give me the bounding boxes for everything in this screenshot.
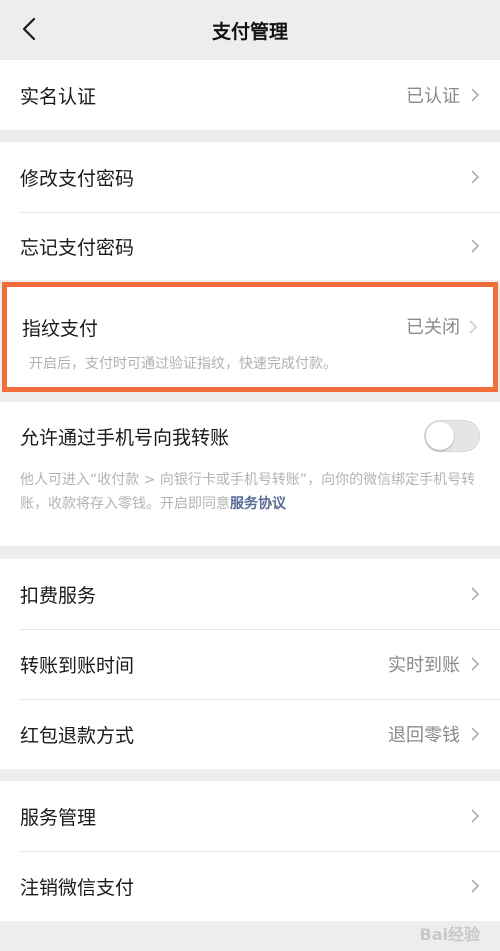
chevron-right-icon [469,320,478,334]
row-value: 实时到账 [388,655,460,676]
phone-transfer-section: 允许通过手机号向我转账 他人可进入“收付款 > 向银行卡或手机号转账”，向你的微… [0,402,500,546]
baidu-jingyan-watermark: Bai经验 [419,925,480,944]
chevron-right-icon [471,239,480,253]
row-label: 注销微信支付 [20,876,135,899]
toggle-knob [426,422,454,450]
section-management: 服务管理 注销微信支付 [0,781,500,921]
service-agreement-link[interactable]: 服务协议 [230,496,286,512]
phone-transfer-toggle[interactable] [424,420,480,452]
chevron-right-icon [471,657,480,671]
row-value: 已认证 [406,86,460,107]
fingerprint-payment-highlight: 指纹支付 已关闭 开启后，支付时可通过验证指纹，快速完成付款。 [2,282,498,392]
chevron-right-icon [471,879,480,893]
row-change-password[interactable]: 修改支付密码 [0,142,500,212]
chevron-left-icon [22,17,36,41]
row-label: 修改支付密码 [20,167,135,190]
row-service-management[interactable]: 服务管理 [0,781,500,851]
row-label: 实名认证 [20,85,97,108]
row-forgot-password[interactable]: 忘记支付密码 [0,212,500,280]
row-label: 忘记支付密码 [20,236,135,259]
chevron-right-icon [471,809,480,823]
row-label: 服务管理 [20,806,97,829]
row-fingerprint-payment[interactable]: 指纹支付 已关闭 [7,287,493,345]
fingerprint-description: 开启后，支付时可通过验证指纹，快速完成付款。 [29,356,337,372]
row-transfer-arrival-time[interactable]: 转账到账时间 实时到账 [0,629,500,699]
section-services: 扣费服务 转账到账时间 实时到账 红包退款方式 退回零钱 [0,559,500,769]
chevron-right-icon [471,170,480,184]
navigation-bar: 支付管理 [0,0,500,60]
row-label: 指纹支付 [22,318,99,340]
row-value: 退回零钱 [388,725,460,746]
phone-transfer-label: 允许通过手机号向我转账 [20,426,230,449]
row-value: 已关闭 [406,317,460,338]
row-deduction-service[interactable]: 扣费服务 [0,559,500,629]
row-real-name-verification[interactable]: 实名认证 已认证 [0,60,500,130]
row-label: 红包退款方式 [20,724,135,747]
section-password: 修改支付密码 忘记支付密码 [0,142,500,280]
back-button[interactable] [14,14,44,44]
row-red-packet-refund[interactable]: 红包退款方式 退回零钱 [0,699,500,769]
row-cancel-wechat-pay[interactable]: 注销微信支付 [0,851,500,921]
row-label: 扣费服务 [20,584,97,607]
chevron-right-icon [471,727,480,741]
phone-transfer-description: 他人可进入“收付款 > 向银行卡或手机号转账”，向你的微信绑定手机号转账，收款将… [20,468,480,516]
section-identity: 实名认证 已认证 [0,60,500,130]
page-title: 支付管理 [211,20,288,43]
chevron-right-icon [471,88,480,102]
row-label: 转账到账时间 [20,654,135,677]
chevron-right-icon [471,587,480,601]
